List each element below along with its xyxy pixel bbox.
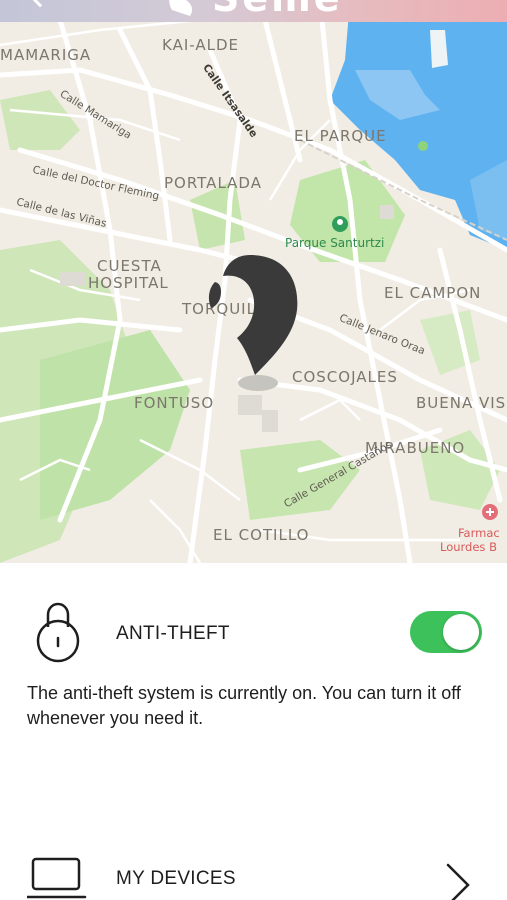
location-pin-icon[interactable] [205,250,305,400]
lock-icon [36,602,80,663]
settings-panel: ANTI-THEFT The anti-theft system is curr… [0,563,507,900]
anti-theft-label: ANTI-THEFT [116,623,230,644]
brand-logo-icon [169,0,193,16]
my-devices-label: MY DEVICES [116,868,236,889]
app-screen: MAMARIGA KAI-ALDE EL PARQUE PORTALADA CU… [0,0,507,900]
district-label-mamariga: MAMARIGA [0,46,92,64]
anti-theft-row: ANTI-THEFT The anti-theft system is curr… [0,563,507,813]
district-label-hospital: HOSPITAL [88,274,169,292]
district-label-el-parque: EL PARQUE [294,127,387,145]
anti-theft-toggle[interactable] [410,611,482,653]
app-header: Seme [0,0,507,22]
anti-theft-description: The anti-theft system is currently on. Y… [27,683,461,728]
poi-label-farmacia-line1[interactable]: Farmac [458,526,500,540]
poi-label-farmacia-line2[interactable]: Lourdes B [440,540,497,554]
district-label-cuesta: CUESTA [97,257,162,275]
chevron-right-icon[interactable] [440,861,476,900]
district-label-buena-vista: BUENA VIS [416,394,507,412]
district-label-portalada: PORTALADA [164,174,262,192]
district-label-el-campon: EL CAMPON [384,284,482,302]
district-label-kai-alde: KAI-ALDE [162,36,239,54]
district-label-fontuso: FONTUSO [134,394,215,412]
district-label-coscojales: COSCOJALES [292,368,398,386]
district-label-el-cotillo: EL COTILLO [213,526,310,544]
laptop-icon [27,857,87,899]
brand-name: Seme [212,0,352,18]
chevron-left-icon[interactable] [28,0,52,8]
toggle-knob [443,614,479,650]
map-view[interactable]: MAMARIGA KAI-ALDE EL PARQUE PORTALADA CU… [0,0,507,563]
poi-label-parque-santurtzi[interactable]: Parque Santurtzi [285,236,384,250]
